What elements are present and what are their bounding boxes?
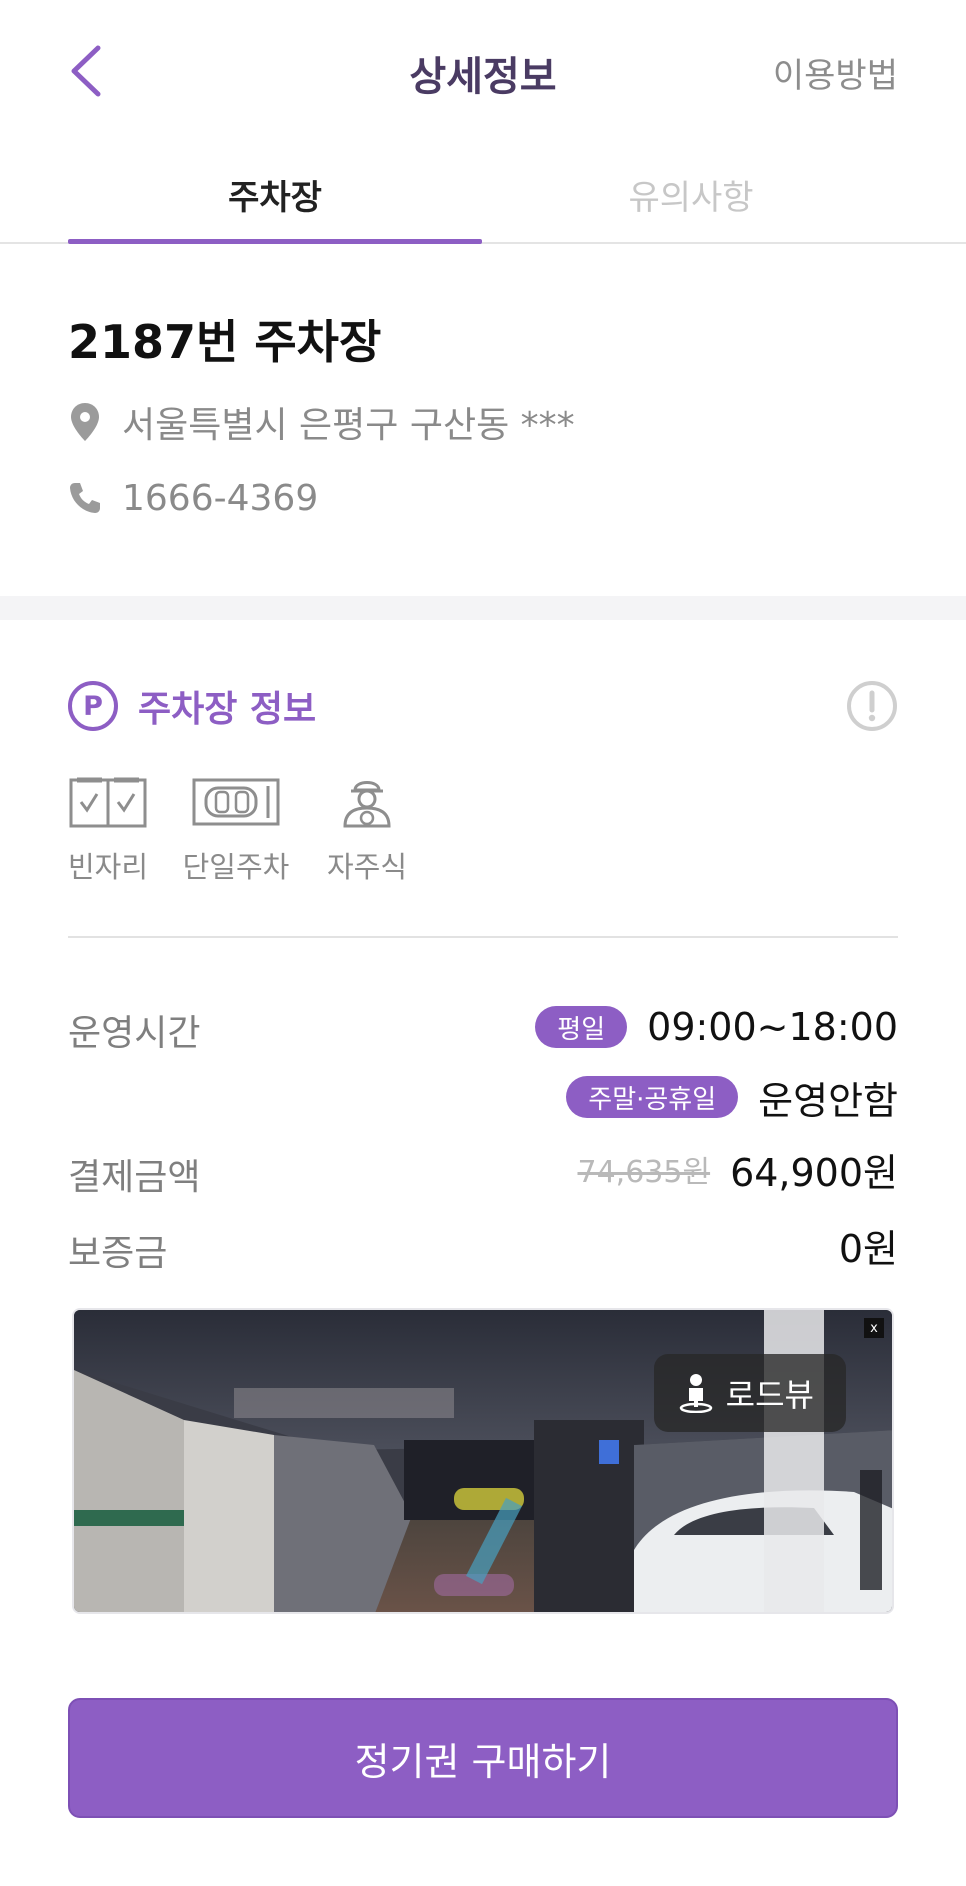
exclamation-circle-icon	[847, 681, 897, 731]
weekend-hours-value: 운영안함	[758, 1078, 898, 1123]
parking-info-header: P 주차장 정보	[68, 680, 316, 732]
parking-p-icon: P	[68, 681, 118, 731]
parking-lot-name: 2187번 주차장	[68, 315, 382, 369]
header: 상세정보 이용방법	[0, 0, 966, 140]
address-row: 서울특별시 은평구 구산동 ***	[68, 398, 575, 446]
feature-label: 자주식	[326, 850, 408, 884]
tab-bar: 주차장 유의사항	[0, 150, 966, 244]
deposit-value: 0원	[838, 1226, 898, 1271]
person-pin-icon	[679, 1374, 712, 1413]
single-parking-icon	[180, 772, 292, 828]
buy-pass-button[interactable]: 정기권 구매하기	[68, 1698, 898, 1818]
feature-label: 빈자리	[68, 850, 149, 884]
phone-icon	[68, 477, 102, 519]
roadview-close-button[interactable]: x	[864, 1318, 884, 1338]
original-price: 74,635원	[577, 1155, 711, 1190]
location-pin-icon	[68, 401, 102, 443]
vacant-spaces-icon	[68, 772, 148, 828]
weekday-hours-value: 09:00~18:00	[647, 1005, 898, 1049]
roadview-image[interactable]: x 로드뷰	[72, 1308, 894, 1614]
address-text: 서울특별시 은평구 구산동 ***	[122, 405, 575, 446]
weekend-holiday-badge: 주말·공휴일	[566, 1076, 739, 1118]
feature-self-parking: 자주식	[322, 772, 412, 886]
section-divider	[0, 596, 966, 620]
parking-info-title: 주차장 정보	[138, 689, 317, 730]
phone-row[interactable]: 1666-4369	[68, 474, 318, 522]
active-tab-indicator	[68, 239, 482, 244]
weekday-hours-row: 평일 09:00~18:00	[535, 1002, 898, 1052]
info-alert-button[interactable]	[846, 680, 898, 732]
payment-label: 결제금액	[68, 1157, 201, 1198]
payment-row: 74,635원 64,900원	[577, 1144, 898, 1195]
tab-notice[interactable]: 유의사항	[484, 170, 898, 244]
deposit-label: 보증금	[68, 1233, 168, 1274]
hours-label: 운영시간	[68, 1013, 201, 1054]
divider	[68, 936, 898, 938]
feature-vacant: 빈자리	[68, 772, 148, 886]
deposit-row: 0원	[838, 1220, 898, 1271]
tab-parking[interactable]: 주차장	[68, 170, 482, 244]
weekday-badge: 평일	[535, 1006, 628, 1048]
detail-page: 상세정보 이용방법 주차장 유의사항 2187번 주차장 서울특별시 은평구 구…	[0, 0, 966, 1886]
roadview-button[interactable]: 로드뷰	[653, 1354, 846, 1432]
feature-single-parking: 단일주차	[180, 772, 292, 886]
feature-label: 단일주차	[182, 850, 290, 884]
help-link[interactable]: 이용방법	[773, 48, 898, 97]
phone-number[interactable]: 1666-4369	[122, 478, 318, 519]
payment-amount: 64,900원	[730, 1150, 898, 1195]
roadview-label: 로드뷰	[725, 1376, 814, 1414]
self-parking-icon	[322, 772, 412, 828]
weekend-hours-row: 주말·공휴일 운영안함	[566, 1072, 898, 1123]
